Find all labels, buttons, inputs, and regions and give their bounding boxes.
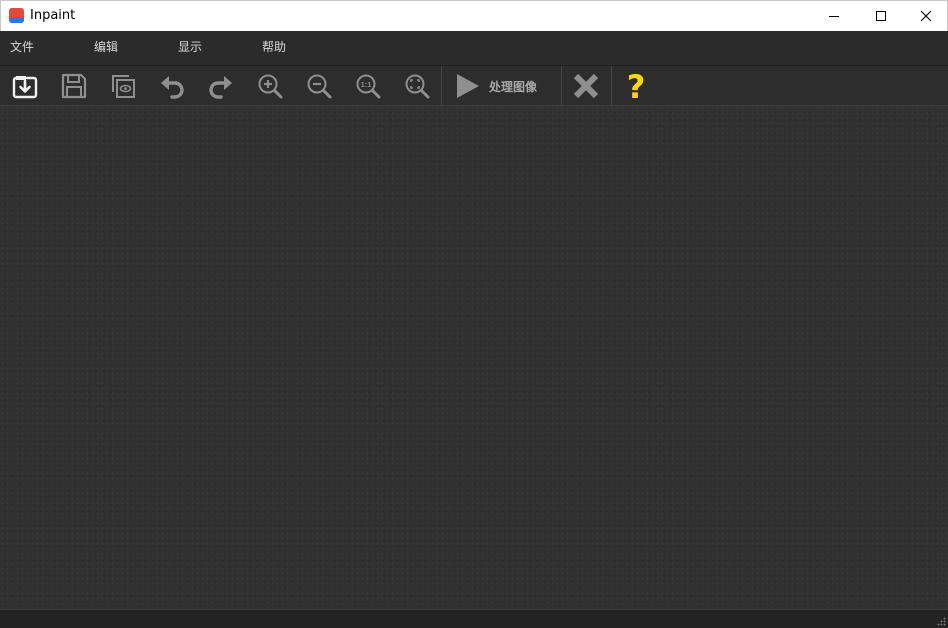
zoom-in-button[interactable] xyxy=(250,69,290,103)
menu-help[interactable]: 帮助 xyxy=(262,40,286,54)
app-icon xyxy=(9,8,24,23)
undo-button[interactable] xyxy=(152,69,192,103)
cancel-button[interactable] xyxy=(566,69,606,103)
window-title: Inpaint xyxy=(30,8,76,23)
help-button[interactable]: ? xyxy=(616,69,656,103)
zoom-in-icon xyxy=(258,74,283,99)
fit-to-window-icon xyxy=(405,74,430,99)
menu-view[interactable]: 显示 xyxy=(178,40,202,54)
actual-size-button[interactable]: 1:1 xyxy=(348,69,388,103)
process-image-button[interactable]: 处理图像 xyxy=(452,69,556,103)
title-bar: Inpaint xyxy=(0,0,948,31)
menu-file[interactable]: 文件 xyxy=(10,40,34,54)
resize-grip-icon[interactable] xyxy=(936,616,946,626)
actual-size-icon: 1:1 xyxy=(356,74,381,99)
save-icon xyxy=(61,73,87,99)
help-glyph: ? xyxy=(627,70,646,102)
menu-edit[interactable]: 编辑 xyxy=(94,40,118,54)
process-image-label: 处理图像 xyxy=(489,79,538,94)
open-button[interactable] xyxy=(5,69,45,103)
zoom-out-icon xyxy=(307,74,332,99)
save-copy-button[interactable] xyxy=(103,69,143,103)
toolbar-separator xyxy=(611,66,612,106)
play-icon xyxy=(457,74,479,98)
actual-size-label: 1:1 xyxy=(361,80,372,89)
open-image-icon xyxy=(12,76,38,99)
minimize-button[interactable] xyxy=(811,1,857,31)
fit-to-window-button[interactable] xyxy=(397,69,437,103)
redo-button[interactable] xyxy=(201,69,241,103)
image-canvas[interactable] xyxy=(0,106,948,609)
save-button[interactable] xyxy=(54,69,94,103)
redo-icon xyxy=(209,76,232,99)
zoom-out-button[interactable] xyxy=(299,69,339,103)
close-button[interactable] xyxy=(903,1,948,31)
close-icon xyxy=(920,10,932,22)
minimize-icon xyxy=(829,16,839,17)
save-copy-preview-icon xyxy=(112,75,135,98)
undo-icon xyxy=(161,76,184,99)
cancel-x-icon xyxy=(573,73,599,99)
maximize-button[interactable] xyxy=(858,1,904,31)
status-bar xyxy=(0,609,948,628)
maximize-icon xyxy=(876,11,886,21)
toolbar: 1:1 处理图像 ? xyxy=(0,65,948,106)
menu-bar: 文件 编辑 显示 帮助 xyxy=(0,31,948,65)
toolbar-separator xyxy=(441,66,442,106)
toolbar-separator xyxy=(561,66,562,106)
help-question-icon: ? xyxy=(627,70,646,102)
